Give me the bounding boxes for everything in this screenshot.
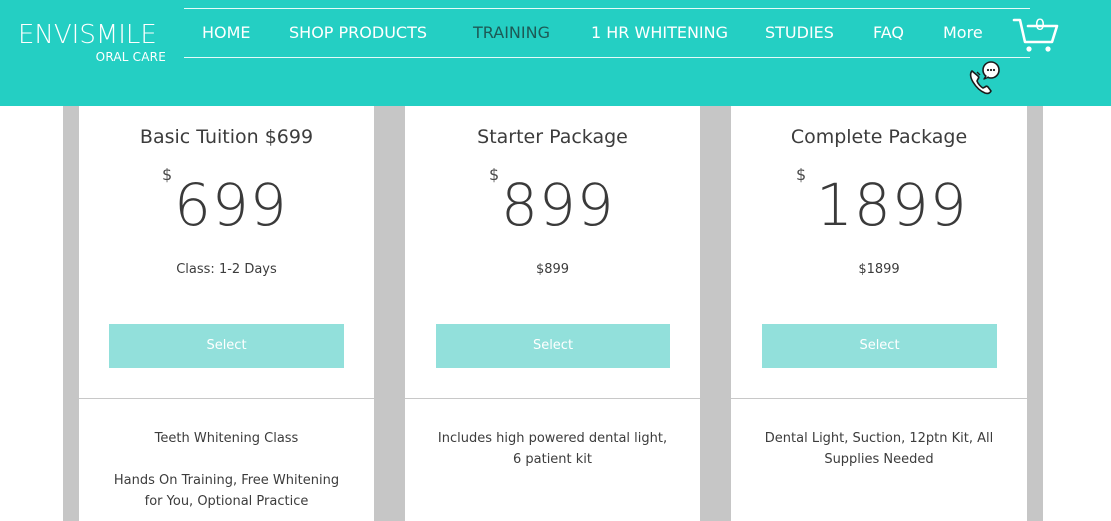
plan-description: Teeth Whitening Class Hands On Training,… bbox=[109, 428, 344, 512]
price-currency: $ bbox=[489, 165, 500, 184]
nav-training[interactable]: TRAINING bbox=[473, 23, 550, 43]
plan-price: $ 699 bbox=[162, 165, 302, 240]
cart-count: 0 bbox=[1034, 15, 1046, 34]
select-button[interactable]: Select bbox=[109, 324, 344, 368]
select-button[interactable]: Select bbox=[762, 324, 997, 368]
plan-card-starter: Starter Package $ 899 $899 Select Includ… bbox=[405, 106, 700, 521]
plan-price: $ 899 bbox=[489, 165, 629, 240]
logo-name: ENVISMILE bbox=[18, 20, 157, 50]
plan-title: Complete Package bbox=[790, 126, 968, 148]
card-divider bbox=[731, 398, 1027, 399]
plan-description: Includes high powered dental light, 6 pa… bbox=[435, 428, 670, 470]
logo-subtitle: ORAL CARE bbox=[95, 50, 166, 64]
price-amount: 899 bbox=[501, 171, 615, 239]
logo[interactable]: ENVISMILE ORAL CARE bbox=[18, 20, 170, 63]
description-line: Teeth Whitening Class bbox=[154, 431, 299, 446]
plan-subtitle: $899 bbox=[535, 262, 570, 277]
gap-stripe-1 bbox=[374, 106, 405, 521]
price-amount: 1899 bbox=[816, 171, 968, 239]
price-currency: $ bbox=[796, 165, 807, 184]
site-header: ENVISMILE ORAL CARE HOME SHOP PRODUCTS T… bbox=[0, 0, 1111, 106]
nav-studies[interactable]: STUDIES bbox=[765, 23, 834, 43]
plan-price: $ 1899 bbox=[796, 165, 967, 240]
select-button[interactable]: Select bbox=[436, 324, 670, 368]
plan-description: Dental Light, Suction, 12ptn Kit, All Su… bbox=[764, 428, 994, 470]
main-nav: HOME SHOP PRODUCTS TRAINING 1 HR WHITENI… bbox=[184, 8, 1030, 58]
description-line: Hands On Training, Free Whitening for Yo… bbox=[113, 473, 340, 509]
plan-card-complete: Complete Package $ 1899 $1899 Select Den… bbox=[731, 106, 1027, 521]
plan-card-basic: Basic Tuition $699 $ 699 Class: 1-2 Days… bbox=[79, 106, 374, 521]
price-amount: 699 bbox=[174, 171, 288, 239]
plan-subtitle: $1899 bbox=[858, 262, 900, 277]
card-divider bbox=[405, 398, 700, 399]
card-divider bbox=[79, 398, 374, 399]
nav-home[interactable]: HOME bbox=[202, 23, 251, 43]
gap-stripe-2 bbox=[700, 106, 731, 521]
nav-1hr-whitening[interactable]: 1 HR WHITENING bbox=[591, 23, 728, 43]
description-line: Includes high powered dental light, 6 pa… bbox=[437, 431, 668, 467]
side-stripe-right bbox=[1027, 106, 1043, 521]
pricing-page: Basic Tuition $699 $ 699 Class: 1-2 Days… bbox=[0, 0, 1111, 521]
plan-title: Basic Tuition $699 bbox=[139, 126, 314, 148]
nav-more[interactable]: More bbox=[943, 23, 983, 43]
nav-faq[interactable]: FAQ bbox=[873, 23, 904, 43]
price-currency: $ bbox=[162, 165, 173, 184]
side-stripe-left bbox=[63, 106, 79, 521]
plan-subtitle: Class: 1-2 Days bbox=[176, 262, 277, 277]
description-line: Dental Light, Suction, 12ptn Kit, All Su… bbox=[764, 431, 994, 467]
nav-shop-products[interactable]: SHOP PRODUCTS bbox=[289, 23, 427, 43]
phone-chat-icon[interactable] bbox=[964, 58, 1004, 98]
plan-title: Starter Package bbox=[477, 126, 628, 148]
